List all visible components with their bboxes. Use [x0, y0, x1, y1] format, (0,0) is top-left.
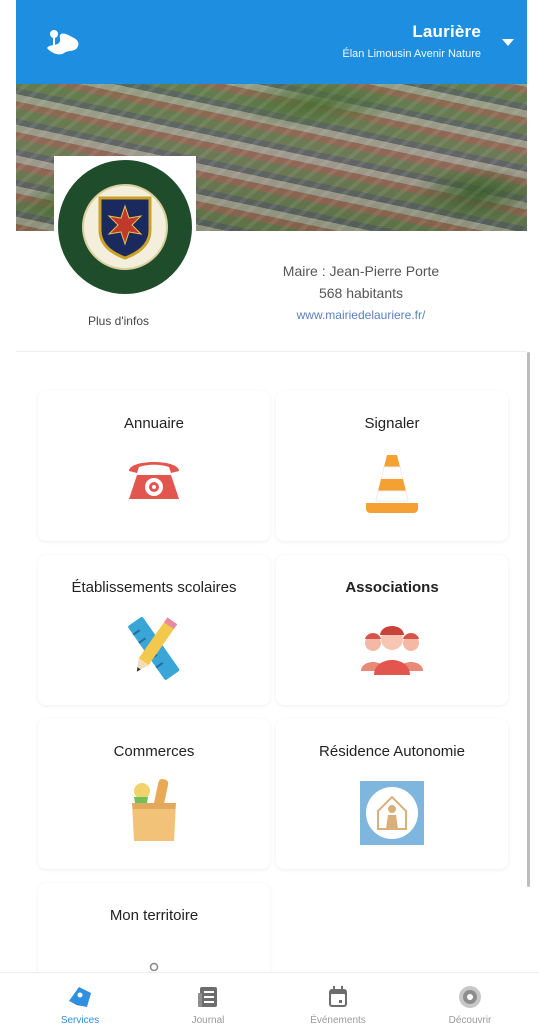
- tile-etablissements-scolaires[interactable]: Établissements scolaires: [38, 555, 270, 705]
- tile-label: Annuaire: [123, 415, 185, 432]
- app-header: Laurière Élan Limousin Avenir Nature: [16, 0, 527, 84]
- more-info-link[interactable]: Plus d'infos: [88, 314, 149, 328]
- newspaper-icon: [198, 987, 217, 1007]
- section-divider: [16, 351, 527, 352]
- phone-icon: [129, 462, 179, 499]
- population-count: 568 habitants: [318, 285, 404, 301]
- ruler-pencil-icon: [128, 616, 180, 680]
- nav-label: Découvrir: [448, 1015, 492, 1026]
- website-link[interactable]: www.mairiedelauriere.fr/: [254, 304, 468, 326]
- tile-residence-autonomie[interactable]: Résidence Autonomie: [276, 719, 508, 869]
- nav-services[interactable]: Services: [30, 985, 130, 1026]
- tile-label: Résidence Autonomie: [319, 743, 465, 760]
- bottom-navigation: Services Journal Événements Découvrir: [0, 972, 539, 1033]
- calendar-icon: [329, 986, 347, 1007]
- nav-decouvrir[interactable]: Découvrir: [420, 985, 520, 1026]
- nav-label: Journal: [191, 1015, 225, 1026]
- residence-icon: [360, 781, 424, 845]
- tile-label: Signaler: [364, 415, 420, 432]
- nav-journal[interactable]: Journal: [158, 985, 258, 1026]
- nav-label: Événements: [310, 1015, 366, 1026]
- tile-annuaire[interactable]: Annuaire: [38, 391, 270, 541]
- nav-evenements[interactable]: Événements: [288, 985, 388, 1026]
- people-icon: [361, 626, 423, 675]
- commune-details: Maire : Jean-Pierre Porte 568 habitants …: [254, 260, 468, 326]
- commune-title-block[interactable]: Laurière Élan Limousin Avenir Nature: [342, 22, 481, 60]
- tile-commerces[interactable]: Commerces: [38, 719, 270, 869]
- compass-icon: [459, 986, 481, 1008]
- coat-of-arms-icon: [82, 184, 168, 270]
- tile-mon-territoire[interactable]: Mon territoire: [38, 883, 270, 983]
- tile-label: Mon territoire: [38, 907, 270, 924]
- tile-signaler[interactable]: Signaler: [276, 391, 508, 541]
- nav-label: Services: [60, 1015, 100, 1026]
- traffic-cone-icon: [366, 455, 418, 513]
- map-pin-icon: [149, 962, 159, 971]
- tile-label: Associations: [345, 579, 439, 596]
- logo-outer-ring: [58, 160, 192, 294]
- commune-name[interactable]: Laurière: [342, 22, 481, 42]
- grocery-bag-icon: [132, 779, 176, 841]
- map-icon[interactable]: [44, 26, 82, 58]
- services-icon: [69, 987, 91, 1007]
- tile-label: Établissements scolaires: [71, 579, 237, 596]
- tile-label-text: Mon territoire: [109, 907, 199, 924]
- chevron-down-icon[interactable]: [501, 38, 515, 48]
- mayor-name: Maire : Jean-Pierre Porte: [282, 263, 440, 279]
- tile-label: Commerces: [113, 743, 195, 760]
- scrollbar[interactable]: [527, 352, 530, 887]
- commune-logo[interactable]: [54, 156, 196, 298]
- commune-info-card: Plus d'infos Maire : Jean-Pierre Porte 5…: [16, 156, 527, 351]
- tile-associations[interactable]: Associations: [276, 555, 508, 705]
- commune-subtitle: Élan Limousin Avenir Nature: [342, 48, 481, 60]
